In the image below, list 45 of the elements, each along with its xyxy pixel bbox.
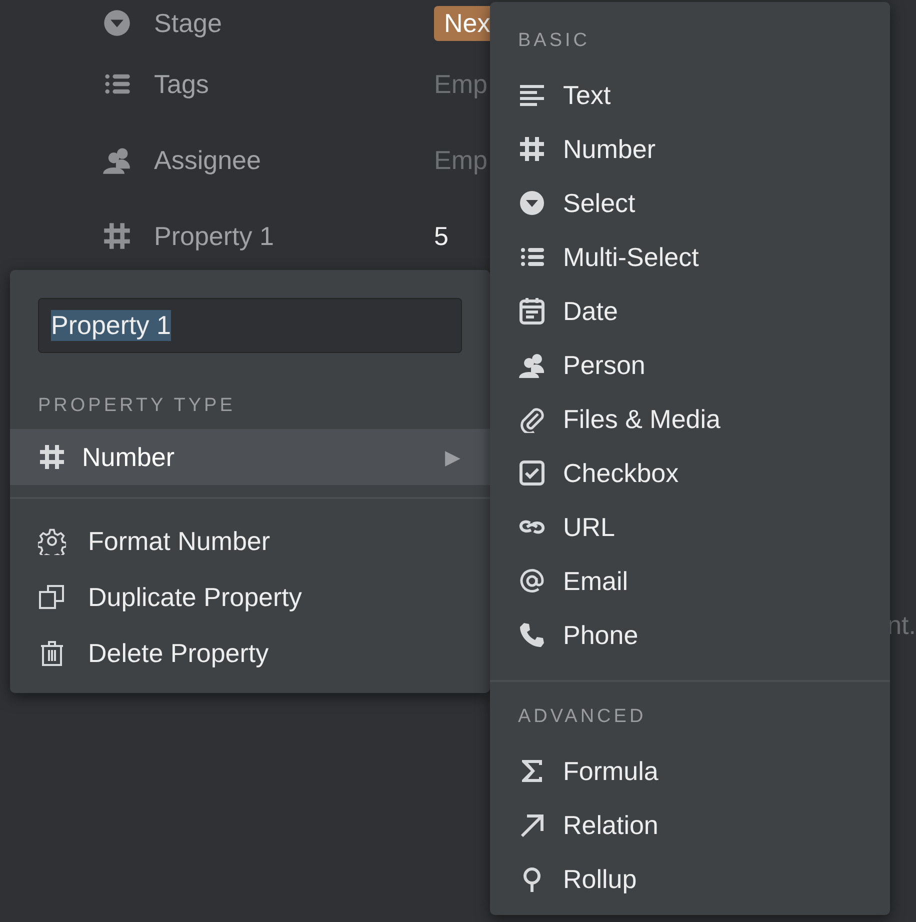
menu-item[interactable]: Email xyxy=(490,554,890,608)
menu-item[interactable]: Person xyxy=(490,338,890,392)
menu-item[interactable]: Format Number xyxy=(10,513,490,569)
menu-item[interactable]: Delete Property xyxy=(10,625,490,681)
people-icon xyxy=(102,145,132,175)
people-icon xyxy=(518,351,546,379)
hash-icon xyxy=(102,221,132,251)
property-value: Emp xyxy=(434,144,488,176)
menu-item[interactable]: Formula xyxy=(490,744,890,798)
property-type-item[interactable]: Number ▶ xyxy=(10,429,490,485)
menu-item[interactable]: Duplicate Property xyxy=(10,569,490,625)
property-label: Property 1 xyxy=(154,220,275,252)
property-label: Tags xyxy=(154,68,210,100)
menu-item[interactable]: Number xyxy=(490,122,890,176)
menu-item[interactable]: Files & Media xyxy=(490,392,890,446)
checkbox-icon xyxy=(518,459,546,487)
menu-item[interactable]: Relation xyxy=(490,798,890,852)
property-value: Emp xyxy=(434,68,488,100)
paperclip-icon xyxy=(518,405,546,433)
trash-icon xyxy=(38,639,66,667)
section-label: PROPERTY TYPE xyxy=(38,394,236,418)
calendar-icon xyxy=(518,297,546,325)
submenu-arrow: ▶ xyxy=(445,446,460,470)
dropdown-icon xyxy=(102,8,132,38)
menu-item[interactable]: Multi-Select xyxy=(490,230,890,284)
menu-item[interactable]: Date xyxy=(490,284,890,338)
menu-item[interactable]: URL xyxy=(490,500,890,554)
property-label: Assignee xyxy=(154,144,262,176)
hash-icon xyxy=(518,135,546,163)
menu-item[interactable]: Rollup xyxy=(490,852,890,906)
property-name-field[interactable]: Property 1 xyxy=(38,298,462,353)
property-label: Stage xyxy=(154,8,223,38)
menu-item[interactable]: Phone xyxy=(490,608,890,662)
section-label: BASIC xyxy=(518,29,592,53)
gear-icon xyxy=(38,527,66,555)
copy-icon xyxy=(38,583,66,611)
hash-icon xyxy=(38,443,66,471)
menu-item[interactable]: Select xyxy=(490,176,890,230)
phone-icon xyxy=(518,621,546,649)
at-icon xyxy=(518,567,546,595)
section-label: ADVANCED xyxy=(518,705,648,729)
menu-item[interactable]: Text xyxy=(490,68,890,122)
menu-item[interactable]: Checkbox xyxy=(490,446,890,500)
dropdown-icon xyxy=(518,189,546,217)
property-value: 5 xyxy=(434,220,448,252)
